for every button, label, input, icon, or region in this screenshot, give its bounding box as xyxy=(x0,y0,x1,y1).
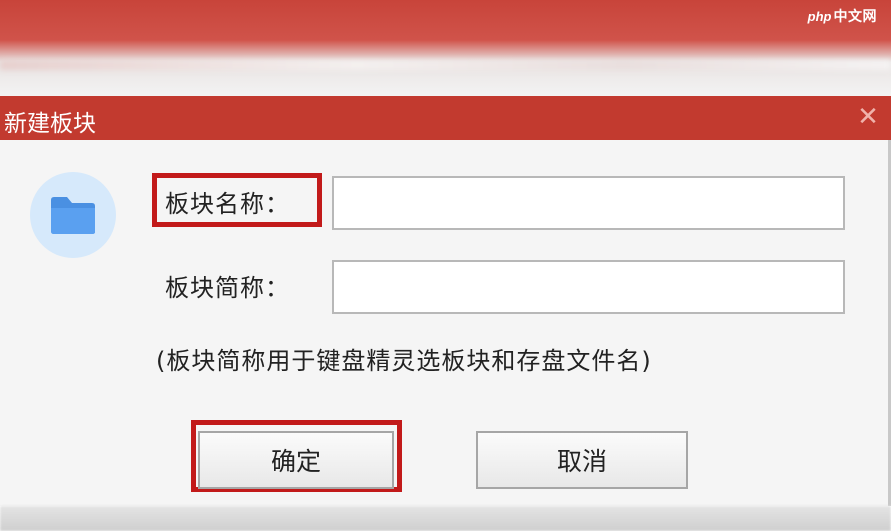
cancel-button[interactable]: 取消 xyxy=(476,431,688,489)
close-icon: ✕ xyxy=(857,102,879,132)
sector-name-highlight-box xyxy=(152,173,322,227)
new-sector-dialog: 新建板块 ✕ 板块名称： 板块简称： (板块简称用于键盘精灵选板块和存盘文件名)… xyxy=(0,96,891,506)
sector-abbr-label: 板块简称： xyxy=(165,274,290,302)
background-app-header: php 中文网 xyxy=(0,0,891,96)
abbr-hint-text: (板块简称用于键盘精灵选板块和存盘文件名) xyxy=(156,347,652,375)
ok-button[interactable]: 确定 xyxy=(198,431,394,489)
sector-abbr-input[interactable] xyxy=(332,260,845,314)
close-button[interactable]: ✕ xyxy=(851,100,885,134)
watermark: php 中文网 xyxy=(808,4,877,28)
dialog-title: 新建板块 xyxy=(4,111,96,137)
dialog-titlebar[interactable]: 新建板块 ✕ xyxy=(0,96,891,140)
watermark-php: php xyxy=(807,8,832,24)
background-app-footer xyxy=(0,506,891,531)
watermark-site: 中文网 xyxy=(833,8,877,24)
sector-name-input[interactable] xyxy=(332,176,845,230)
background-blur-strip xyxy=(0,60,891,70)
folder-icon xyxy=(51,197,95,234)
folder-icon-badge xyxy=(30,172,116,258)
